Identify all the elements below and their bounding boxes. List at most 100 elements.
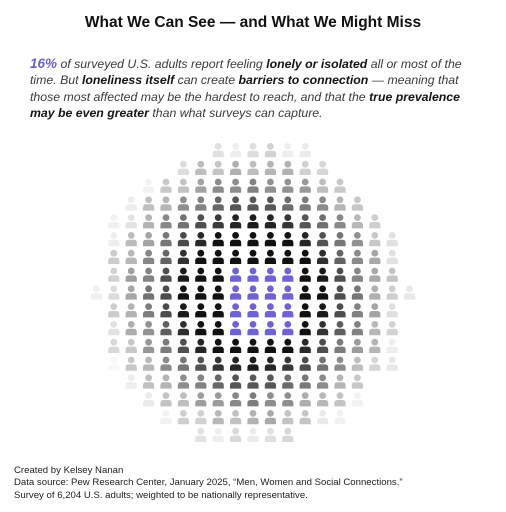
person-icon	[177, 303, 189, 318]
person-icon	[108, 285, 120, 300]
person-icon	[195, 267, 207, 282]
person-icon	[125, 303, 137, 318]
person-icon	[195, 285, 207, 300]
person-icon	[125, 267, 137, 282]
person-icon	[299, 196, 311, 211]
person-icon	[351, 285, 363, 300]
person-icon	[212, 232, 224, 247]
person-icon	[369, 232, 381, 247]
person-icon	[143, 196, 155, 211]
person-icon-highlighted	[282, 267, 294, 282]
person-icon	[264, 232, 276, 247]
person-icon	[386, 267, 398, 282]
person-icon	[212, 410, 224, 425]
person-icon	[386, 285, 398, 300]
person-icon	[212, 427, 224, 442]
person-icon	[317, 285, 329, 300]
person-icon	[195, 178, 207, 193]
person-icon	[282, 338, 294, 353]
person-icon	[282, 249, 294, 264]
person-icon	[264, 427, 276, 442]
person-icon	[264, 392, 276, 407]
person-icon	[299, 214, 311, 229]
person-icon	[386, 321, 398, 336]
intro-bold-2: loneliness itself	[81, 73, 175, 88]
person-icon	[160, 303, 172, 318]
person-icon	[282, 196, 294, 211]
data-source: Data source: Pew Research Center, Januar…	[14, 477, 403, 489]
person-icon	[177, 249, 189, 264]
intro-text-1: of surveyed U.S. adults report feeling	[57, 57, 267, 71]
person-icon	[108, 338, 120, 353]
person-icon	[177, 232, 189, 247]
person-icon	[317, 374, 329, 389]
person-icon	[334, 285, 346, 300]
person-icon	[351, 232, 363, 247]
person-icon	[351, 374, 363, 389]
person-icon	[143, 356, 155, 371]
person-icon	[177, 267, 189, 282]
person-icon	[317, 178, 329, 193]
person-icon	[334, 178, 346, 193]
person-icon	[230, 178, 242, 193]
person-icon	[230, 410, 242, 425]
intro-bold-1: lonely or isolated	[266, 57, 368, 71]
person-icon	[125, 374, 137, 389]
person-icon	[299, 249, 311, 264]
person-icon	[351, 392, 363, 407]
person-icon	[160, 392, 172, 407]
person-icon	[177, 214, 189, 229]
person-icon	[351, 303, 363, 318]
person-icon	[195, 321, 207, 336]
person-icon	[108, 356, 120, 371]
person-icon	[177, 356, 189, 371]
person-icon	[160, 178, 172, 193]
person-icon-highlighted	[264, 285, 276, 300]
person-icon	[264, 410, 276, 425]
person-icon	[317, 356, 329, 371]
person-icon	[143, 249, 155, 264]
person-icon	[212, 285, 224, 300]
person-icon	[282, 143, 294, 158]
person-icon	[369, 303, 381, 318]
person-icon	[143, 178, 155, 193]
person-icon	[230, 143, 242, 158]
person-icon	[195, 338, 207, 353]
person-icon-highlighted	[230, 321, 242, 336]
person-icon	[299, 374, 311, 389]
person-icon	[317, 214, 329, 229]
person-icon	[125, 356, 137, 371]
person-icon	[230, 356, 242, 371]
person-icon	[125, 196, 137, 211]
person-icon	[299, 303, 311, 318]
person-icon	[212, 160, 224, 175]
person-icon	[195, 214, 207, 229]
person-icon	[195, 410, 207, 425]
person-icon	[195, 196, 207, 211]
person-icon	[177, 374, 189, 389]
person-icon-highlighted	[282, 303, 294, 318]
person-icon	[317, 267, 329, 282]
person-icon	[143, 392, 155, 407]
person-icon	[386, 249, 398, 264]
intro-paragraph: 16% of surveyed U.S. adults report feeli…	[30, 56, 480, 121]
person-icon-highlighted	[247, 321, 259, 336]
person-icon	[212, 374, 224, 389]
person-icon	[317, 303, 329, 318]
person-icon	[212, 178, 224, 193]
person-icon	[108, 303, 120, 318]
person-icon	[351, 214, 363, 229]
chart-title: What We Can See — and What We Might Miss	[84, 14, 422, 31]
person-icon	[369, 249, 381, 264]
person-icon	[177, 392, 189, 407]
person-icon	[369, 338, 381, 353]
person-icon	[143, 303, 155, 318]
person-icon	[247, 427, 259, 442]
person-icon	[143, 374, 155, 389]
person-icon	[177, 338, 189, 353]
infographic: What We Can See — and What We Might Miss…	[0, 0, 506, 512]
person-icon-highlighted	[247, 267, 259, 282]
person-icon	[282, 392, 294, 407]
person-icon	[143, 267, 155, 282]
person-icon	[160, 410, 172, 425]
